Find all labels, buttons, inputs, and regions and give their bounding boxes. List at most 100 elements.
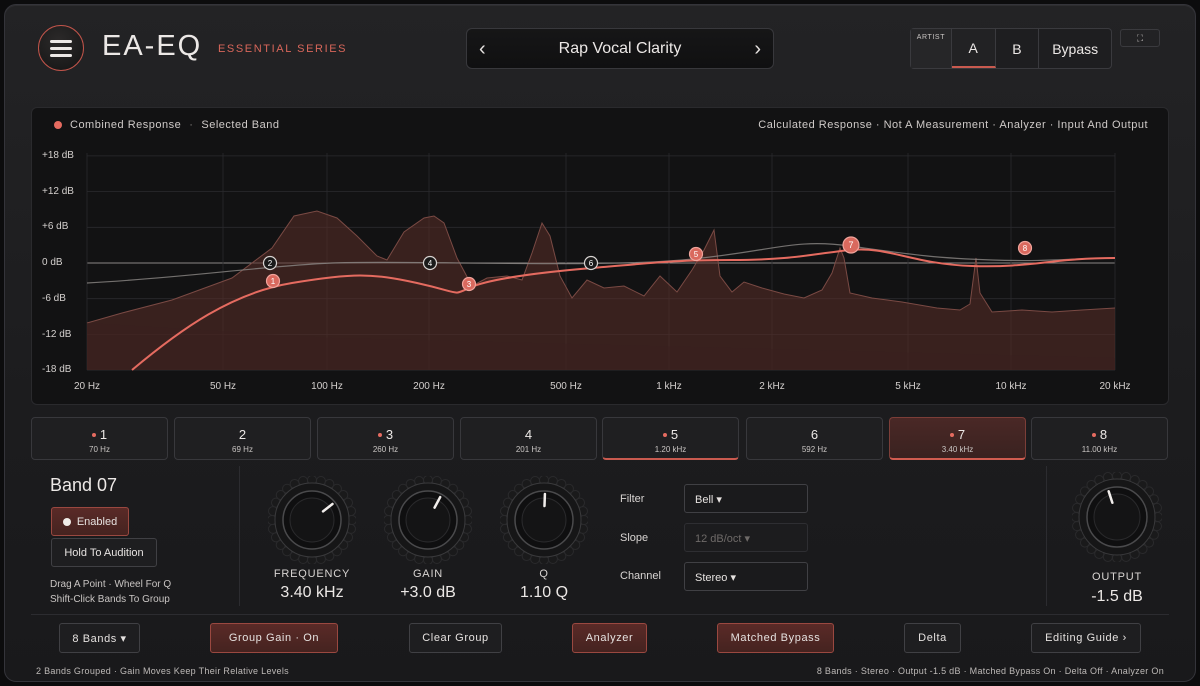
band-node-7[interactable]: 7 <box>842 236 860 254</box>
band-node-label: 5 <box>694 250 699 259</box>
eq-graph[interactable]: 1 2 3 4 5 6 7 8 Combined Response · Selected Ba… <box>31 107 1169 405</box>
preset-selector[interactable]: ‹ Rap Vocal Clarity › <box>466 28 774 69</box>
db-tick-label: +12 dB <box>42 186 74 197</box>
bypass-button[interactable]: Bypass <box>1039 29 1111 68</box>
hint-shift: Shift-Click Bands To Group <box>50 594 170 605</box>
expand-icon[interactable]: ⛶ <box>1120 29 1160 47</box>
band-frequency: 11.00 kHz <box>1081 445 1118 454</box>
knob-inner <box>405 497 451 543</box>
menu-button[interactable] <box>38 25 84 71</box>
combined-response-dot <box>54 121 62 129</box>
matched-bypass-button[interactable]: Matched Bypass <box>717 623 834 653</box>
hz-tick-label: 1 kHz <box>656 381 682 392</box>
db-tick-label: -6 dB <box>42 293 66 304</box>
delta-button[interactable]: Delta <box>904 623 961 653</box>
channel-select[interactable]: Stereo ▾ <box>684 562 808 591</box>
a-button[interactable]: A <box>951 29 996 68</box>
hz-tick-label: 5 kHz <box>895 381 921 392</box>
app-title: EA-EQ <box>102 30 203 62</box>
band-number: 8 <box>1099 427 1108 442</box>
band-active-dot <box>1091 432 1096 437</box>
band-node-label: 8 <box>1023 244 1028 253</box>
enabled-button[interactable]: Enabled <box>51 507 129 536</box>
band-node-label: 4 <box>428 259 433 268</box>
band-button-2[interactable]: 2 69 Hz <box>174 417 311 460</box>
band-number: 1 <box>99 427 108 442</box>
band-node-1[interactable]: 1 <box>265 273 281 289</box>
band-button-4[interactable]: 4 201 Hz <box>460 417 597 460</box>
filter-select[interactable]: Bell ▾ <box>684 484 808 513</box>
app-series: ESSENTIAL SERIES <box>218 43 348 55</box>
band-button-6[interactable]: 6 592 Hz <box>746 417 883 460</box>
band-number: 2 <box>238 427 247 442</box>
hz-tick-label: 500 Hz <box>550 381 582 392</box>
band-node-2[interactable]: 2 <box>262 255 278 271</box>
group-gain-button[interactable]: Group Gain · On <box>210 623 338 653</box>
band-frequency: 70 Hz <box>89 445 110 454</box>
db-tick-label: +6 dB <box>42 221 69 232</box>
band-node-5[interactable]: 5 <box>688 246 704 262</box>
b-button[interactable]: B <box>996 29 1040 68</box>
band-node-4[interactable]: 4 <box>422 255 438 271</box>
band-node-label: 3 <box>467 280 472 289</box>
hz-tick-label: 20 kHz <box>1099 381 1131 392</box>
band-node-label: 6 <box>589 259 594 268</box>
band-active-dot <box>377 432 382 437</box>
knob-inner <box>1093 493 1141 541</box>
band-button-8[interactable]: 8 11.00 kHz <box>1031 417 1168 460</box>
hz-tick-label: 10 kHz <box>995 381 1027 392</box>
band-frequency: 592 Hz <box>801 445 828 454</box>
audition-button[interactable]: Hold To Audition <box>51 538 157 567</box>
channel-label: Channel <box>620 570 661 582</box>
ab-compare-group: ARTIST A B Bypass <box>910 28 1112 69</box>
band-number: 6 <box>810 427 819 442</box>
editing-guide-button[interactable]: Editing Guide › <box>1031 623 1141 653</box>
band-node-3[interactable]: 3 <box>461 276 477 292</box>
status-left: 2 Bands Grouped · Gain Moves Keep Their … <box>36 666 289 676</box>
legend-selected: Selected Band <box>201 119 280 131</box>
graph-legend: Combined Response · Selected Band <box>54 119 279 131</box>
slope-label: Slope <box>620 532 649 544</box>
band-node-6[interactable]: 6 <box>583 255 599 271</box>
db-tick-label: -18 dB <box>42 364 72 375</box>
q-knob[interactable] <box>500 476 588 564</box>
band-button-3[interactable]: 3 260 Hz <box>317 417 454 460</box>
bands-count-button[interactable]: 8 Bands ▾ <box>59 623 140 653</box>
clear-group-button[interactable]: Clear Group <box>409 623 502 653</box>
db-tick-label: -12 dB <box>42 329 72 340</box>
slope-select: 12 dB/oct ▾ <box>684 523 808 552</box>
knob-inner <box>289 497 335 543</box>
db-tick-label: 0 dB <box>42 257 63 268</box>
chevron-right-icon[interactable]: › <box>754 38 761 61</box>
band-number: 4 <box>524 427 533 442</box>
eq-graph-canvas[interactable]: 1 2 3 4 5 6 7 8 <box>32 108 1169 405</box>
band-button-5[interactable]: 5 1.20 kHz <box>602 417 739 460</box>
hamburger-icon <box>50 39 72 43</box>
band-frequency: 201 Hz <box>515 445 542 454</box>
hz-tick-label: 2 kHz <box>759 381 785 392</box>
enabled-dot <box>62 517 71 526</box>
artist-button[interactable]: ARTIST <box>911 29 952 68</box>
output-knob[interactable] <box>1072 472 1162 562</box>
band-node-8[interactable]: 8 <box>1017 240 1033 256</box>
db-tick-label: +18 dB <box>42 150 74 161</box>
band-frequency: 1.20 kHz <box>654 445 687 454</box>
hz-tick-label: 20 Hz <box>73 381 101 392</box>
band-active-dot <box>949 432 954 437</box>
preset-name: Rap Vocal Clarity <box>558 40 682 57</box>
output-label: OUTPUT <box>1091 571 1143 583</box>
gain-knob[interactable] <box>384 476 472 564</box>
status-right: 8 Bands · Stereo · Output -1.5 dB · Matc… <box>816 666 1164 676</box>
hz-tick-label: 50 Hz <box>209 381 237 392</box>
frequency-knob[interactable] <box>268 476 356 564</box>
band-button-7[interactable]: 7 3.40 kHz <box>889 417 1026 460</box>
hz-tick-label: 200 Hz <box>413 381 445 392</box>
output-value[interactable]: -1.5 dB <box>1047 588 1187 606</box>
band-node-label: 1 <box>271 277 276 286</box>
band-button-1[interactable]: 1 70 Hz <box>31 417 168 460</box>
analyzer-button[interactable]: Analyzer <box>572 623 647 653</box>
band-frequency: 3.40 kHz <box>941 445 974 454</box>
band-number: 5 <box>670 427 679 442</box>
q-value[interactable]: 1.10 Q <box>474 584 614 602</box>
band-node-label: 7 <box>848 240 853 250</box>
